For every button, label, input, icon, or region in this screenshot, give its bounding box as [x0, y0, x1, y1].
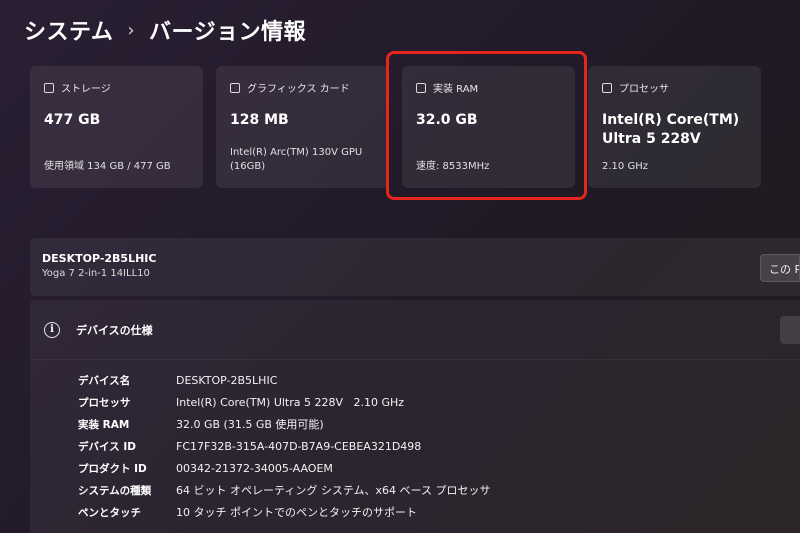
spec-key: デバイス名 [78, 374, 131, 387]
card-sub: 2.10 GHz [602, 161, 648, 172]
spec-key: システムの種類 [78, 484, 152, 497]
graphics-card-icon [230, 82, 240, 93]
device-specs-section: i デバイスの仕様 デバイス名 DESKTOP-2B5LHIC プロセッサ In… [30, 300, 800, 533]
graphics-card[interactable]: グラフィックス カード 128 MB Intel(R) Arc(TM) 130V… [216, 66, 389, 188]
spec-list: デバイス名 DESKTOP-2B5LHIC プロセッサ Intel(R) Cor… [78, 369, 490, 523]
storage-card[interactable]: ストレージ 477 GB 使用領域 134 GB / 477 GB [30, 66, 203, 188]
card-value: 128 MB [230, 112, 289, 128]
copy-button[interactable] [780, 316, 800, 344]
page-title: バージョン情報 [149, 20, 307, 45]
card-value: Intel(R) Core(TM) Ultra 5 228V [602, 112, 740, 147]
device-model: Yoga 7 2-in-1 14ILL10 [42, 268, 150, 279]
highlight-box [386, 51, 587, 200]
device-specs-title: デバイスの仕様 [76, 323, 153, 337]
spec-key: デバイス ID [78, 440, 136, 453]
storage-icon [44, 82, 54, 93]
device-specs-header[interactable]: i デバイスの仕様 [30, 300, 800, 360]
spec-row: ペンとタッチ 10 タッチ ポイントでのペンとタッチのサポート [78, 501, 490, 523]
chevron-right-icon: › [127, 19, 136, 41]
card-sub: 使用領域 134 GB / 477 GB [44, 161, 171, 172]
card-title: プロセッサ [619, 84, 669, 95]
processor-card[interactable]: プロセッサ Intel(R) Core(TM) Ultra 5 228V 2.1… [588, 66, 761, 188]
breadcrumb: システム › バージョン情報 [24, 14, 306, 46]
info-icon: i [44, 321, 60, 338]
spec-value: Intel(R) Core(TM) Ultra 5 228V 2.10 GHz [176, 395, 405, 409]
spec-row: システムの種類 64 ビット オペレーティング システム、x64 ベース プロセ… [78, 479, 490, 501]
spec-value: 10 タッチ ポイントでのペンとタッチのサポート [176, 506, 417, 519]
spec-key: プロダクト ID [78, 462, 147, 475]
breadcrumb-parent[interactable]: システム [24, 14, 113, 46]
spec-key: プロセッサ [78, 396, 131, 409]
card-value: 477 GB [44, 112, 101, 128]
spec-value: FC17F32B-315A-407D-B7A9-CEBEA321D498 [176, 439, 422, 453]
spec-row: 実装 RAM 32.0 GB (31.5 GB 使用可能) [78, 413, 490, 435]
spec-value: 00342-21372-34005-AAOEM [176, 461, 333, 475]
spec-value: 32.0 GB (31.5 GB 使用可能) [176, 418, 324, 431]
spec-row: デバイス ID FC17F32B-315A-407D-B7A9-CEBEA321… [78, 435, 490, 457]
device-name-section: DESKTOP-2B5LHIC Yoga 7 2-in-1 14ILL10 この… [30, 238, 800, 296]
card-sub: Intel(R) Arc(TM) 130V GPU (16GB) [230, 147, 363, 172]
processor-icon [602, 82, 612, 93]
device-name: DESKTOP-2B5LHIC [42, 252, 157, 265]
spec-key: 実装 RAM [78, 418, 130, 431]
card-title: グラフィックス カード [247, 84, 350, 95]
spec-key: ペンとタッチ [78, 506, 141, 519]
spec-row: プロセッサ Intel(R) Core(TM) Ultra 5 228V 2.1… [78, 391, 490, 413]
spec-value: 64 ビット オペレーティング システム、x64 ベース プロセッサ [176, 484, 491, 497]
card-title: ストレージ [61, 84, 111, 95]
rename-pc-button[interactable]: この PC の名前を変更 [760, 254, 800, 282]
spec-row: デバイス名 DESKTOP-2B5LHIC [78, 369, 490, 391]
spec-value: DESKTOP-2B5LHIC [176, 373, 278, 387]
spec-row: プロダクト ID 00342-21372-34005-AAOEM [78, 457, 490, 479]
